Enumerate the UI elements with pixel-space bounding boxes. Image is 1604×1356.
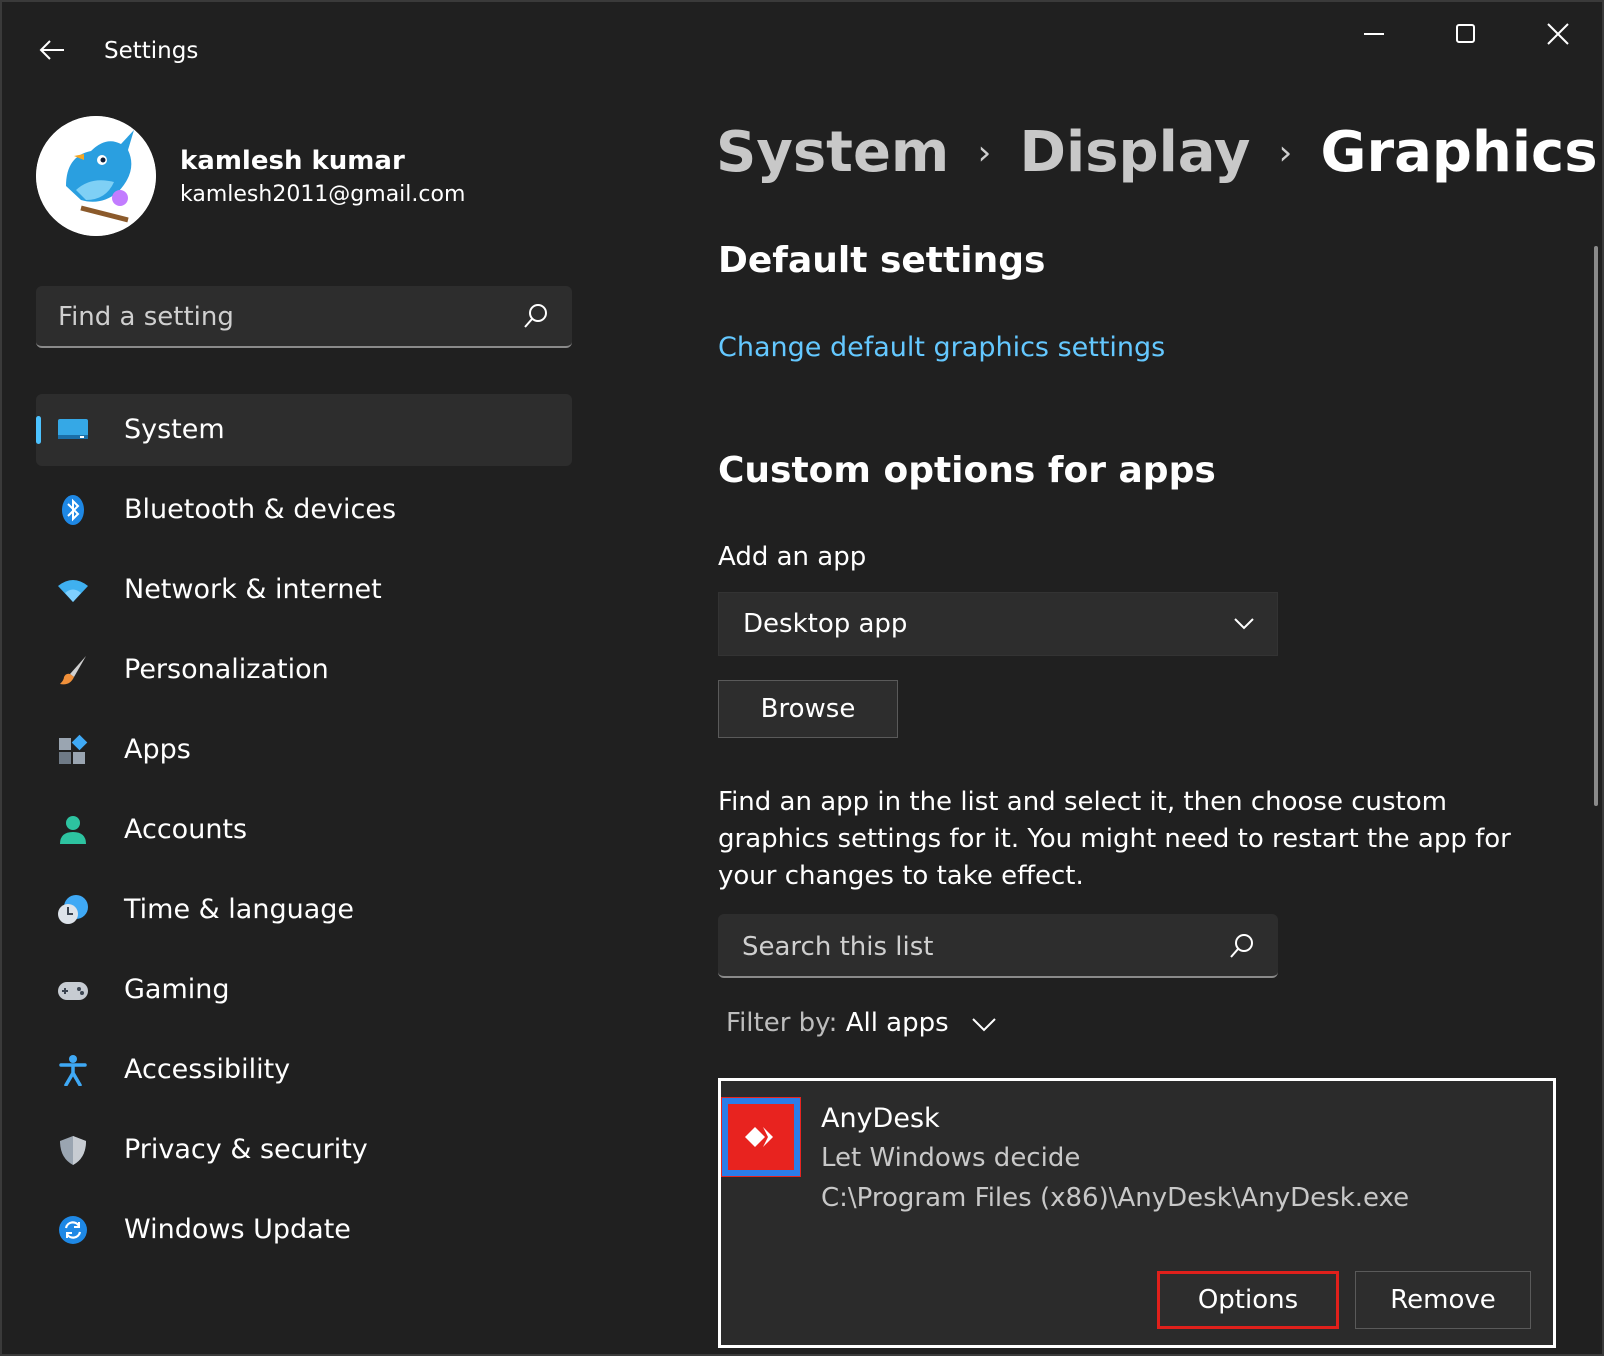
breadcrumb-system[interactable]: System bbox=[716, 120, 949, 185]
sidebar-item-system[interactable]: System bbox=[36, 394, 572, 466]
sidebar-item-apps[interactable]: Apps bbox=[36, 714, 572, 786]
close-icon bbox=[1547, 23, 1569, 45]
user-email: kamlesh2011@gmail.com bbox=[180, 182, 466, 207]
arrow-left-icon bbox=[39, 40, 64, 60]
sidebar-nav: System Bluetooth & devices Network & int… bbox=[36, 394, 572, 1274]
sidebar-item-windows-update[interactable]: Windows Update bbox=[36, 1194, 572, 1266]
title-bar: Settings bbox=[2, 2, 1602, 102]
add-app-label: Add an app bbox=[718, 542, 867, 572]
sidebar-item-label: Accessibility bbox=[124, 1054, 291, 1085]
sidebar-item-label: Apps bbox=[124, 734, 191, 765]
sidebar-item-personalization[interactable]: Personalization bbox=[36, 634, 572, 706]
search-icon[interactable] bbox=[522, 302, 550, 330]
sidebar-item-accessibility[interactable]: Accessibility bbox=[36, 1034, 572, 1106]
breadcrumb-separator: › bbox=[977, 132, 992, 173]
apps-icon bbox=[59, 734, 88, 764]
bluetooth-icon bbox=[62, 495, 84, 525]
sidebar-item-privacy-security[interactable]: Privacy & security bbox=[36, 1114, 572, 1186]
sidebar-item-time-language[interactable]: Time & language bbox=[36, 874, 572, 946]
sidebar-item-label: Personalization bbox=[124, 654, 329, 685]
breadcrumb-display[interactable]: Display bbox=[1019, 120, 1250, 185]
maximize-icon bbox=[1456, 24, 1475, 43]
custom-options-heading: Custom options for apps bbox=[718, 450, 1216, 491]
sidebar-item-label: System bbox=[124, 414, 225, 445]
search-list-input[interactable] bbox=[740, 926, 1204, 968]
breadcrumb: System › Display › Graphics bbox=[716, 120, 1598, 200]
search-list-box bbox=[718, 914, 1278, 978]
anydesk-app-icon bbox=[721, 1097, 801, 1177]
person-icon bbox=[60, 816, 86, 844]
monitor-icon bbox=[58, 419, 88, 439]
maximize-button[interactable] bbox=[1438, 20, 1494, 64]
search-icon[interactable] bbox=[1228, 932, 1256, 960]
breadcrumb-separator: › bbox=[1278, 132, 1293, 173]
accessibility-icon bbox=[59, 1055, 87, 1086]
options-button[interactable]: Options bbox=[1157, 1271, 1339, 1329]
back-button[interactable] bbox=[36, 34, 68, 66]
filter-label: Filter by: bbox=[726, 1008, 838, 1038]
anydesk-logo-icon bbox=[722, 1098, 800, 1176]
minimize-icon bbox=[1364, 33, 1384, 35]
filter-dropdown[interactable]: Filter by: All apps bbox=[726, 1008, 997, 1038]
app-path: C:\Program Files (x86)\AnyDesk\AnyDesk.e… bbox=[821, 1183, 1410, 1213]
remove-button[interactable]: Remove bbox=[1355, 1271, 1531, 1329]
clock-globe-icon bbox=[58, 895, 88, 924]
default-settings-heading: Default settings bbox=[718, 240, 1046, 281]
sidebar-item-label: Network & internet bbox=[124, 574, 382, 605]
instructions-text: Find an app in the list and select it, t… bbox=[718, 787, 1511, 891]
app-graphics-preference: Let Windows decide bbox=[821, 1143, 1081, 1173]
user-name: kamlesh kumar bbox=[180, 146, 405, 176]
app-type-dropdown[interactable]: Desktop app bbox=[718, 592, 1278, 656]
bird-avatar-icon bbox=[36, 116, 156, 236]
settings-window: Settings kamlesh kumar kamlesh2011@gmail… bbox=[0, 0, 1604, 1356]
change-default-graphics-link[interactable]: Change default graphics settings bbox=[718, 332, 1165, 363]
chevron-down-icon bbox=[1234, 618, 1254, 630]
sidebar-item-label: Accounts bbox=[124, 814, 248, 845]
app-name: AnyDesk bbox=[821, 1103, 940, 1134]
sidebar-item-label: Gaming bbox=[124, 974, 230, 1005]
gamepad-icon bbox=[58, 982, 88, 1000]
sidebar-item-gaming[interactable]: Gaming bbox=[36, 954, 572, 1026]
browse-button[interactable]: Browse bbox=[718, 680, 898, 738]
scrollbar[interactable] bbox=[1594, 246, 1598, 806]
avatar[interactable] bbox=[36, 116, 156, 236]
sidebar-item-bluetooth[interactable]: Bluetooth & devices bbox=[36, 474, 572, 546]
wifi-icon bbox=[58, 580, 88, 602]
sidebar-item-label: Privacy & security bbox=[124, 1134, 368, 1165]
shield-icon bbox=[60, 1136, 86, 1165]
close-button[interactable] bbox=[1530, 20, 1586, 64]
filter-value: All apps bbox=[845, 1008, 949, 1038]
sidebar-item-label: Time & language bbox=[124, 894, 355, 925]
app-type-selected: Desktop app bbox=[743, 609, 908, 639]
brush-icon bbox=[60, 656, 86, 685]
sidebar-item-label: Windows Update bbox=[124, 1214, 351, 1245]
page-title: Graphics bbox=[1320, 120, 1598, 185]
app-title: Settings bbox=[104, 38, 199, 64]
minimize-button[interactable] bbox=[1346, 20, 1402, 64]
sidebar-item-label: Bluetooth & devices bbox=[124, 494, 397, 525]
sidebar-item-accounts[interactable]: Accounts bbox=[36, 794, 572, 866]
sidebar-item-network[interactable]: Network & internet bbox=[36, 554, 572, 626]
update-icon bbox=[59, 1216, 87, 1244]
find-setting-input[interactable] bbox=[56, 296, 500, 338]
chevron-down-icon bbox=[972, 1017, 996, 1031]
app-list-item[interactable]: AnyDesk Let Windows decide C:\Program Fi… bbox=[718, 1078, 1556, 1348]
find-setting-box bbox=[36, 286, 572, 348]
